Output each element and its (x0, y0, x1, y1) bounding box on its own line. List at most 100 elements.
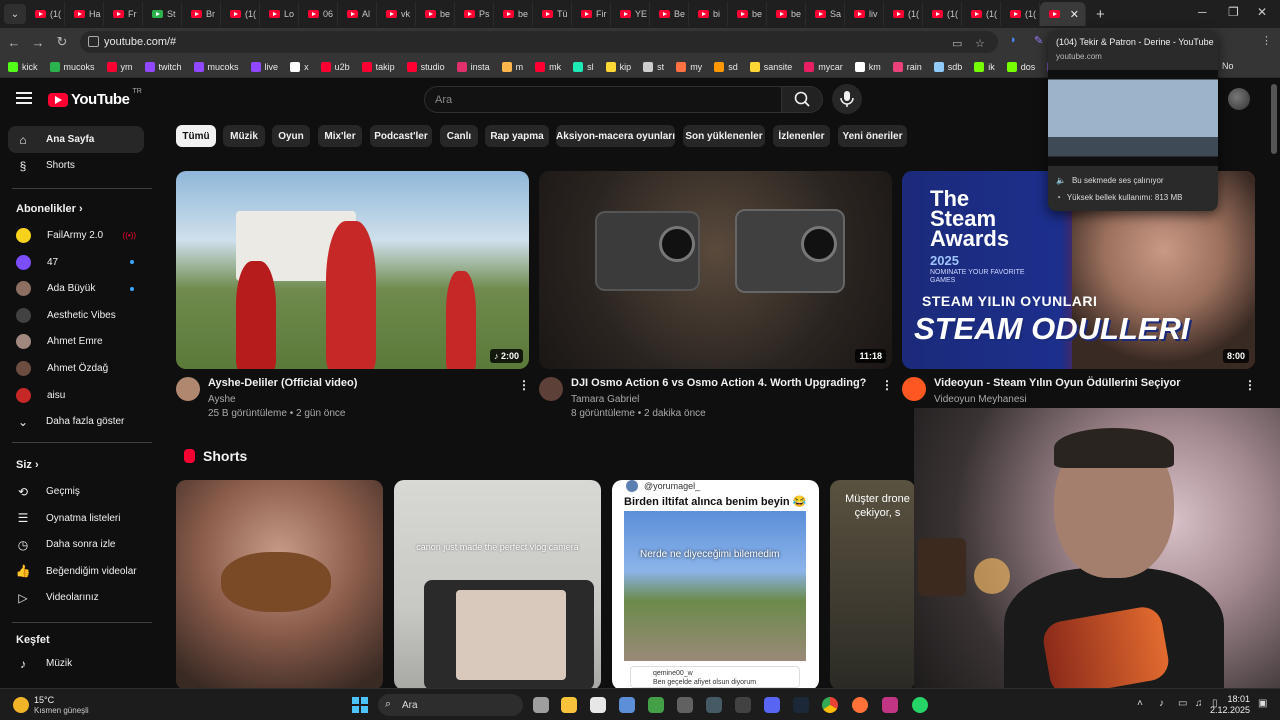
start-button[interactable] (352, 697, 368, 713)
browser-tab[interactable]: be (728, 2, 767, 26)
browser-tab[interactable]: 06 (299, 2, 338, 26)
bookmark-item[interactable]: sd (714, 61, 738, 72)
voice-search-button[interactable] (832, 84, 862, 114)
url-field[interactable]: youtube.com/# ▭ ☆ (80, 31, 998, 53)
bookmark-item[interactable]: insta (456, 61, 490, 72)
bookmark-item[interactable]: sl (573, 61, 594, 72)
subscriptions-heading[interactable]: Abonelikler › (16, 203, 83, 215)
headset-icon[interactable] (648, 697, 664, 713)
bookmark-item[interactable]: my (676, 61, 702, 72)
bookmark-item[interactable]: dos (1006, 61, 1035, 72)
search-input[interactable]: Ara (424, 86, 782, 113)
video-thumbnail[interactable]: ♪ 2:00 (176, 171, 529, 369)
sidebar-item-you[interactable]: ⟲ Geçmiş (8, 478, 144, 505)
bookmark-item[interactable]: takip (361, 61, 395, 72)
video-title[interactable]: Videoyun - Steam Yılın Oyun Ödüllerini S… (934, 377, 1181, 389)
notification-icon[interactable]: ▣ (1258, 698, 1267, 709)
app-icon[interactable] (735, 697, 751, 713)
filter-chip[interactable]: Aksiyon-macera oyunları (556, 125, 675, 147)
search-button[interactable] (781, 86, 823, 113)
browser-tab[interactable]: be (416, 2, 455, 26)
you-heading[interactable]: Siz › (16, 459, 39, 471)
tab-search-button[interactable]: ⌄ (4, 4, 26, 24)
minimize-icon[interactable]: ─ (1198, 5, 1207, 19)
active-tab[interactable]: ✕ (1040, 2, 1086, 26)
browser-tab[interactable]: YE (611, 2, 650, 26)
bookmark-item[interactable]: mk (535, 61, 561, 72)
more-actions-icon[interactable]: ⋮ (881, 378, 893, 392)
new-tab-button[interactable]: + (1096, 6, 1105, 23)
browser-tab[interactable]: be (767, 2, 806, 26)
bookmark-item[interactable]: m (501, 61, 523, 72)
bookmark-item[interactable]: live (250, 61, 278, 72)
bookmark-star-icon[interactable]: ☆ (975, 37, 985, 50)
task-view-icon[interactable] (533, 697, 549, 713)
file-explorer-icon[interactable] (561, 697, 577, 713)
sidebar-item-you[interactable]: ☰ Oynatma listeleri (8, 505, 144, 532)
more-actions-icon[interactable]: ⋮ (1244, 378, 1256, 392)
filter-chip[interactable]: Oyun (272, 125, 310, 147)
browser-tab[interactable]: Al (338, 2, 377, 26)
channel-name[interactable]: Videoyun Meyhanesi (934, 394, 1027, 405)
filter-chip[interactable]: Tümü (176, 125, 216, 147)
network-icon[interactable]: ▭ (1178, 698, 1187, 709)
scrollbar-thumb[interactable] (1271, 84, 1277, 154)
short-card[interactable]: @yorumagel_ Birden iltifat alınca benim … (612, 480, 819, 690)
sidebar-item-home[interactable]: ⌂ Ana Sayfa (8, 126, 144, 153)
bookmark-item[interactable]: st (643, 61, 664, 72)
channel-name[interactable]: Tamara Gabriel (571, 394, 639, 405)
short-card[interactable]: Müşter drone çekiyor, s (830, 480, 915, 690)
channel-name[interactable]: Ayshe (208, 394, 236, 405)
chrome-icon[interactable] (822, 697, 838, 713)
filter-chip[interactable]: İzlenenler (773, 125, 830, 147)
filter-chip[interactable]: Yeni öneriler (838, 125, 907, 147)
video-title[interactable]: Ayshe-Deliler (Official video) (208, 377, 357, 389)
steam-icon[interactable] (793, 697, 809, 713)
filter-chip[interactable]: Son yüklenenler (683, 125, 765, 147)
instagram-icon[interactable] (882, 697, 898, 713)
bookmark-item[interactable]: rain (892, 61, 922, 72)
volume-icon[interactable]: ♫ (1195, 698, 1203, 709)
sidebar-item-you[interactable]: 👍 Beğendiğim videolar (8, 558, 144, 585)
taskbar-search[interactable]: ⌕ Ara (378, 694, 523, 716)
bookmark-item[interactable]: x (290, 61, 309, 72)
browser-tab[interactable]: Lo (260, 2, 299, 26)
bookmarks-overflow[interactable]: No (1222, 61, 1234, 71)
sidebar-item-subscription[interactable]: aisu (8, 382, 144, 409)
short-card[interactable]: canon just made the perfect vlog camera (394, 480, 601, 690)
browser-tab[interactable]: Br (182, 2, 221, 26)
filter-chip[interactable]: Rap yapma (485, 125, 549, 147)
browser-tab[interactable]: Be (650, 2, 689, 26)
bookmark-item[interactable]: mucoks (193, 61, 239, 72)
sidebar-item-subscription[interactable]: Aesthetic Vibes (8, 302, 144, 329)
video-thumbnail[interactable]: 11:18 (539, 171, 892, 369)
filter-chip[interactable]: Podcast'ler (370, 125, 432, 147)
bookmark-item[interactable]: sansite (749, 61, 792, 72)
sidebar-item-subscription[interactable]: Ahmet Özdağ (8, 355, 144, 382)
browser-tab[interactable]: bi (689, 2, 728, 26)
bookmark-item[interactable]: u2b (320, 61, 350, 72)
bookmark-item[interactable]: km (854, 61, 881, 72)
browser-menu-icon[interactable]: ⋮ (1261, 34, 1272, 47)
browser-tab[interactable]: St (143, 2, 182, 26)
menu-icon[interactable] (16, 92, 32, 104)
browser-tab[interactable]: vk (377, 2, 416, 26)
bookmark-item[interactable]: ik (974, 61, 995, 72)
bookmark-item[interactable]: kick (8, 61, 38, 72)
weather-description[interactable]: Kısmen güneşli (34, 706, 89, 715)
bookmark-item[interactable]: ym (106, 61, 133, 72)
pen-icon[interactable]: ✎ (1034, 34, 1043, 47)
browser-tab[interactable]: (1( (221, 2, 260, 26)
browser-tab[interactable]: (1( (962, 2, 1001, 26)
extension-icon[interactable]: ◗ (1010, 34, 1017, 46)
browser-tab[interactable]: Sa (806, 2, 845, 26)
sidebar-item-subscription[interactable]: 47 (8, 249, 144, 276)
browser-tab[interactable]: Ha (65, 2, 104, 26)
channel-avatar[interactable] (902, 377, 926, 401)
browser-tab[interactable]: liv (845, 2, 884, 26)
browser-tab[interactable]: Tü (533, 2, 572, 26)
channel-avatar[interactable] (176, 377, 200, 401)
sidebar-item-subscription[interactable]: FailArmy 2.0 ((•)) (8, 222, 144, 249)
sidebar-item-subscription[interactable]: Ada Büyük (8, 275, 144, 302)
cast-icon[interactable]: ▭ (952, 37, 962, 50)
